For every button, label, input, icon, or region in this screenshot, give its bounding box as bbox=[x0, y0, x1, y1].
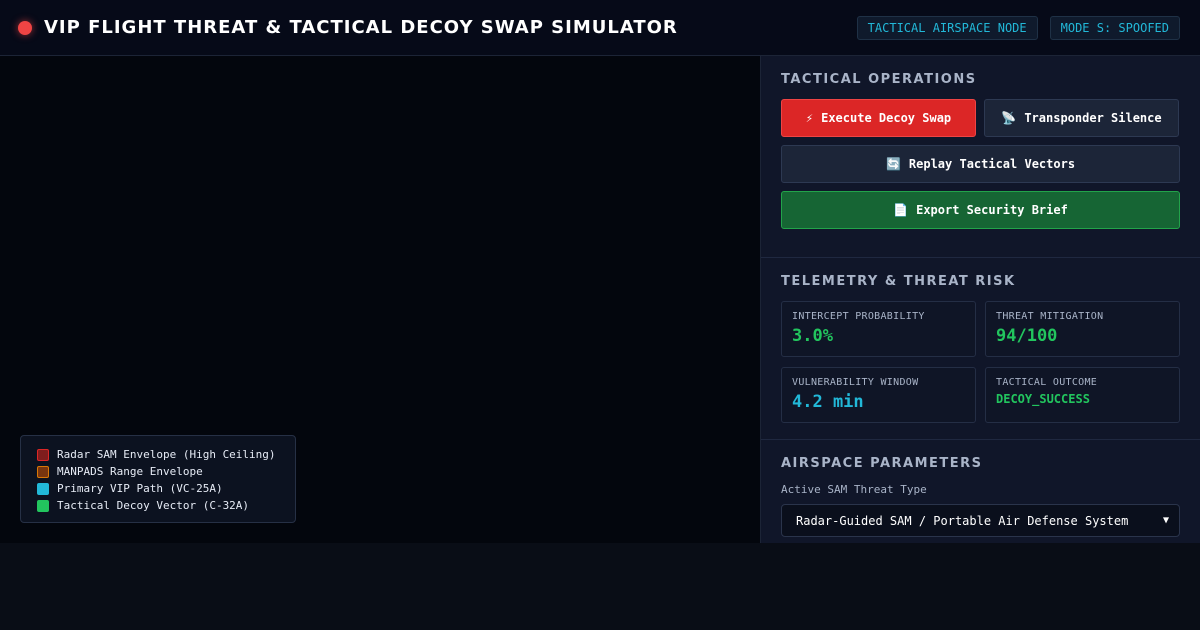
legend-swatch bbox=[37, 482, 49, 495]
button-label: Export Security Brief bbox=[916, 203, 1068, 217]
execute-decoy-swap-button[interactable]: ⚡ Execute Decoy Swap bbox=[781, 99, 976, 137]
legend-label: MANPADS Range Envelope bbox=[57, 465, 203, 478]
threat-type-label: Active SAM Threat Type bbox=[781, 483, 927, 496]
legend-label: Radar SAM Envelope (High Ceiling) bbox=[57, 448, 276, 461]
button-label: Execute Decoy Swap bbox=[821, 111, 952, 125]
export-security-brief-button[interactable]: 📄 Export Security Brief bbox=[781, 191, 1180, 229]
tactical-outcome-card: TACTICAL OUTCOME DECOY_SUCCESS bbox=[985, 367, 1180, 423]
button-label: Replay Tactical Vectors bbox=[908, 157, 1076, 171]
select-value: Radar-Guided SAM / Portable Air Defense … bbox=[796, 513, 1129, 528]
chevron-down-icon: ▼ bbox=[1162, 515, 1169, 526]
legend-item-decoy-vector: Tactical Decoy Vector (C-32A) bbox=[37, 497, 279, 514]
app-header: VIP FLIGHT THREAT & TACTICAL DECOY SWAP … bbox=[0, 0, 1200, 56]
sam-threat-type-select[interactable]: Radar-Guided SAM / Portable Air Defense … bbox=[781, 504, 1180, 537]
metric-label: TACTICAL OUTCOME bbox=[996, 377, 1098, 388]
legend-label: Primary VIP Path (VC-25A) bbox=[57, 482, 223, 495]
legend-swatch bbox=[37, 465, 49, 478]
document-icon: 📄 bbox=[893, 203, 909, 217]
legend-swatch bbox=[37, 499, 49, 512]
section-title-operations: TACTICAL OPERATIONS bbox=[781, 72, 977, 87]
legend-item-vip-path: Primary VIP Path (VC-25A) bbox=[37, 480, 279, 497]
satellite-antenna-icon: 📡 bbox=[1001, 111, 1017, 125]
airspace-node-badge: TACTICAL AIRSPACE NODE bbox=[856, 15, 1038, 40]
tactical-operations-section: TACTICAL OPERATIONS ⚡ Execute Decoy Swap… bbox=[761, 56, 1200, 258]
metric-value: DECOY_SUCCESS bbox=[996, 392, 1090, 406]
metric-value: 94/100 bbox=[996, 326, 1058, 346]
lightning-icon: ⚡ bbox=[805, 111, 814, 125]
metric-label: VULNERABILITY WINDOW bbox=[792, 377, 919, 388]
mode-s-badge: MODE S: SPOOFED bbox=[1049, 15, 1180, 40]
transponder-silence-button[interactable]: 📡 Transponder Silence bbox=[984, 99, 1179, 137]
vulnerability-window-card: VULNERABILITY WINDOW 4.2 min bbox=[781, 367, 976, 423]
replay-tactical-vectors-button[interactable]: 🔄 Replay Tactical Vectors bbox=[781, 145, 1180, 183]
legend-label: Tactical Decoy Vector (C-32A) bbox=[57, 499, 250, 512]
metric-label: THREAT MITIGATION bbox=[996, 311, 1104, 322]
button-label: Transponder Silence bbox=[1024, 111, 1162, 125]
legend-item-manpads: MANPADS Range Envelope bbox=[37, 463, 279, 480]
control-panel: TACTICAL OPERATIONS ⚡ Execute Decoy Swap… bbox=[760, 56, 1200, 543]
threat-mitigation-card: THREAT MITIGATION 94/100 bbox=[985, 301, 1180, 357]
metric-label: INTERCEPT PROBABILITY bbox=[792, 311, 925, 322]
telemetry-section: TELEMETRY & THREAT RISK INTERCEPT PROBAB… bbox=[761, 258, 1200, 440]
legend-swatch bbox=[37, 448, 49, 461]
metric-value: 3.0% bbox=[792, 326, 833, 346]
intercept-probability-card: INTERCEPT PROBABILITY 3.0% bbox=[781, 301, 976, 357]
section-title-airspace: AIRSPACE PARAMETERS bbox=[781, 456, 983, 471]
tactical-map[interactable]: Radar SAM Envelope (High Ceiling) MANPAD… bbox=[0, 56, 760, 543]
map-legend: Radar SAM Envelope (High Ceiling) MANPAD… bbox=[20, 435, 296, 523]
page-title: VIP FLIGHT THREAT & TACTICAL DECOY SWAP … bbox=[44, 17, 678, 38]
metric-value: 4.2 min bbox=[792, 392, 864, 412]
status-indicator-icon bbox=[18, 20, 32, 35]
airspace-parameters-section: AIRSPACE PARAMETERS Active SAM Threat Ty… bbox=[761, 440, 1200, 537]
replay-icon: 🔄 bbox=[885, 157, 901, 171]
header-badges: TACTICAL AIRSPACE NODE MODE S: SPOOFED bbox=[856, 15, 1180, 40]
legend-item-radar-sam: Radar SAM Envelope (High Ceiling) bbox=[37, 446, 279, 463]
section-title-telemetry: TELEMETRY & THREAT RISK bbox=[781, 274, 1016, 289]
